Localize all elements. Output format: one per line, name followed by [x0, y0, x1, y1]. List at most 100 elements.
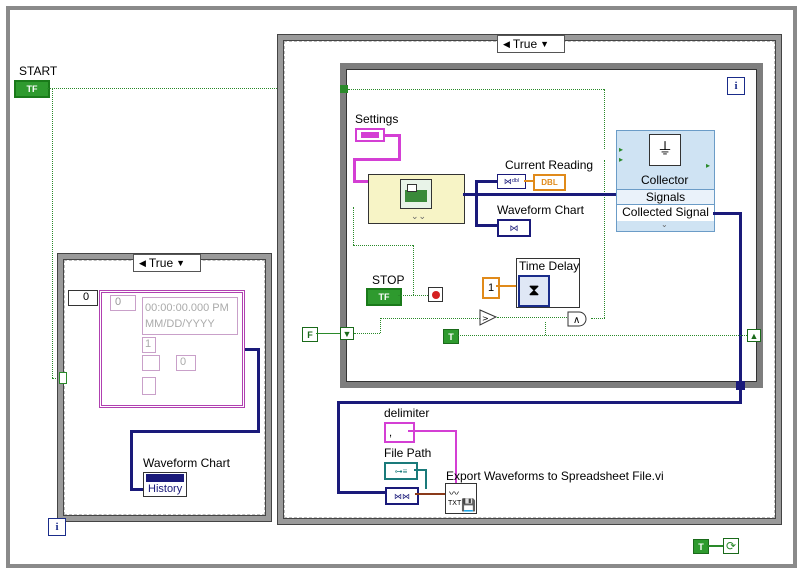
data-wire-down: [475, 195, 478, 225]
delimiter-value: ,: [389, 426, 393, 439]
export-txt-icon: TXT: [448, 500, 462, 507]
waveform-icon: ⋈: [509, 222, 519, 233]
collector-output-row[interactable]: Collected Signal: [617, 205, 714, 221]
start-into-collector-wire: [604, 89, 605, 149]
delimiter-wire-a: [408, 430, 457, 432]
inner-index-value: 0: [115, 296, 122, 308]
start-wire-down: [52, 88, 53, 378]
settings-wire-a: [385, 134, 399, 137]
time-delay-label: Time Delay: [519, 259, 580, 273]
file-path-terminal[interactable]: ⊶≡: [384, 462, 418, 480]
history-text: History: [148, 483, 183, 495]
left-wire-d: [130, 430, 133, 490]
data-wire-main: [463, 193, 616, 196]
y-array-index[interactable]: [142, 355, 160, 371]
left-case-selector-value: True: [148, 256, 174, 270]
settings-wire-e: [353, 180, 369, 183]
collected-wire-e: [337, 491, 385, 494]
left-array-index[interactable]: 0: [68, 290, 98, 306]
settings-terminal[interactable]: [355, 128, 385, 142]
left-case-selector[interactable]: ◀ True ▼: [133, 254, 201, 272]
waveform-to-dbl-icon: ⋈ᵈᵇˡ: [503, 177, 520, 186]
wire-to-collector-lower: [604, 160, 605, 318]
waveform-chart-label: Waveform Chart: [497, 203, 584, 217]
selector-left-arrow-icon[interactable]: ◀: [500, 39, 513, 50]
false-wire: [316, 333, 340, 334]
shift-register-left[interactable]: ▼: [340, 327, 354, 340]
file-path-label: File Path: [384, 446, 432, 460]
shift-wire: [354, 333, 380, 334]
stop-terminal[interactable]: TF: [366, 288, 402, 306]
path-icon: ⊶≡: [394, 466, 408, 476]
svg-text:>: >: [482, 314, 489, 323]
history-property-node[interactable]: History: [143, 472, 187, 497]
loop-condition-icon[interactable]: ⟳: [723, 538, 739, 554]
daq-expand-chevron-icon[interactable]: ⌄⌄: [411, 211, 426, 222]
shift-wire-up: [380, 318, 381, 333]
collector-title: Collector: [641, 173, 689, 187]
collector-output-arrow-icon: ▸: [706, 161, 711, 170]
time-delay-constant[interactable]: 1: [482, 277, 500, 299]
loop-tunnel: [340, 85, 348, 93]
attributes-box[interactable]: [142, 377, 156, 395]
timestamp-text: 00:00:00.000 PM: [145, 302, 229, 314]
svg-text:∧: ∧: [573, 315, 580, 326]
shift-register-right[interactable]: ▲: [747, 329, 761, 342]
left-selector-dropdown-icon[interactable]: ▼: [173, 258, 188, 268]
daq-error-wire-h: [353, 245, 413, 246]
y-array-value[interactable]: 0: [176, 355, 196, 371]
settings-cluster-icon: [361, 132, 379, 138]
waveform-constant-cluster: 0 00:00:00.000 PM MM/DD/YYYY 1 0: [99, 290, 245, 408]
export-vi-label: Export Waveforms to Spreadsheet File.vi: [446, 469, 664, 483]
data-wire-to-chart: [475, 224, 497, 227]
and-function-icon[interactable]: ∧: [567, 311, 591, 327]
collector-input-arrow2-icon: ▸: [619, 155, 624, 164]
export-wave-glyph-icon: 〰: [449, 489, 459, 500]
selector-dropdown-icon[interactable]: ▼: [537, 39, 552, 49]
time-delay-node[interactable]: Time Delay ⧗: [516, 258, 580, 308]
collector-funnel-icon: ⏚: [649, 134, 681, 166]
collector-node[interactable]: ⏚ ▸ ▸ ▸ Collector Signals Collected Sign…: [616, 130, 715, 232]
waveform-array-constant[interactable]: ⋈⋈: [385, 487, 419, 505]
cluster-value-2: 0: [180, 356, 187, 368]
date-text: MM/DD/YYYY: [145, 318, 215, 330]
settings-label: Settings: [355, 112, 399, 126]
time-delay-wire: [496, 285, 516, 287]
waveform-chart-terminal[interactable]: ⋈: [497, 219, 531, 237]
current-reading-indicator[interactable]: DBL: [533, 174, 566, 191]
left-array-index-value: 0: [83, 291, 90, 303]
stop-wire: [398, 295, 428, 296]
true-constant[interactable]: T: [443, 329, 459, 344]
daq-assistant-node[interactable]: ⌄⌄: [368, 174, 465, 224]
and-out-wire: [591, 318, 605, 319]
false-constant[interactable]: F: [302, 327, 318, 342]
export-input-wire: [415, 493, 445, 495]
collector-input-arrow-icon: ▸: [619, 145, 624, 154]
settings-wire-b: [398, 134, 401, 160]
inner-loop-iteration-icon: i: [727, 77, 745, 95]
left-selector-left-arrow-icon[interactable]: ◀: [136, 258, 149, 269]
collector-expand-chevron-icon[interactable]: ⌄: [661, 220, 668, 229]
left-wire-e: [130, 488, 144, 491]
collected-wire-d: [337, 401, 340, 493]
inner-index-box[interactable]: 0: [110, 295, 136, 311]
export-waveforms-vi-icon[interactable]: 〰 TXT 💾: [445, 483, 477, 514]
shift-wire-to-greater: [380, 318, 480, 319]
compare-function-icon[interactable]: >: [479, 309, 498, 326]
right-case-selector-value: True: [512, 37, 538, 51]
collector-signals-row[interactable]: Signals: [617, 189, 714, 205]
collected-tunnel: [736, 381, 745, 390]
right-case-selector[interactable]: ◀ True ▼: [497, 35, 565, 53]
collected-wire-b: [739, 212, 742, 402]
delimiter-constant[interactable]: ,: [384, 422, 415, 443]
start-terminal[interactable]: TF: [14, 80, 50, 98]
dbl-text: DBL: [541, 178, 558, 187]
bottom-wire: [707, 545, 723, 547]
start-wire: [47, 88, 279, 89]
dt-box[interactable]: 1: [142, 337, 156, 353]
outer-loop-iteration-icon: i: [48, 518, 66, 536]
export-disk-icon: 💾: [461, 498, 476, 512]
collected-wire-a: [713, 212, 741, 215]
stop-button-icon[interactable]: [428, 287, 443, 302]
to-dbl-convert-node[interactable]: ⋈ᵈᵇˡ: [497, 174, 526, 189]
